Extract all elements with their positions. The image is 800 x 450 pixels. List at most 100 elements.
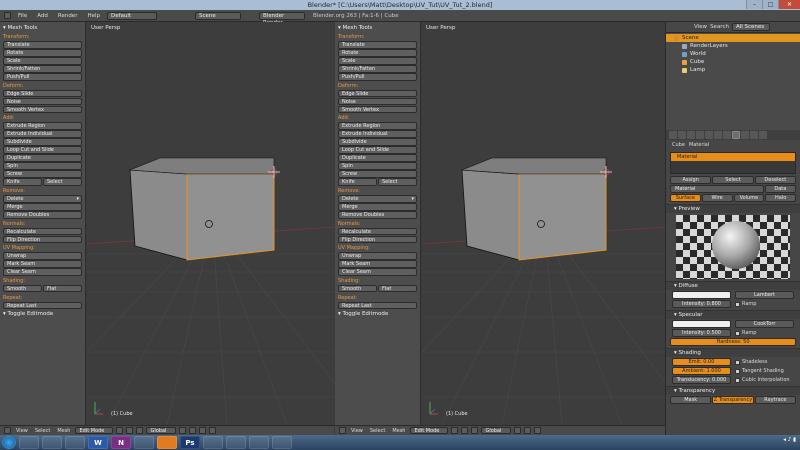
extrude-individual-button[interactable]: Extrude Individual [3, 130, 82, 138]
particles-tab-icon[interactable] [750, 131, 758, 139]
knife-select-button[interactable]: Select [43, 178, 82, 186]
assign-button[interactable]: Assign [670, 176, 712, 184]
edge-slide-button[interactable]: Edge Slide [338, 89, 417, 97]
menu-select[interactable]: Select [368, 428, 387, 434]
constraints-tab-icon[interactable] [705, 131, 713, 139]
subdivide-button[interactable]: Subdivide [338, 138, 417, 146]
shading-mode-icon[interactable] [116, 427, 124, 434]
screw-button[interactable]: Screw [3, 170, 82, 178]
edge-select-icon[interactable] [189, 427, 197, 434]
rotate-button[interactable]: Rotate [338, 49, 417, 57]
noise-button[interactable]: Noise [338, 97, 417, 105]
taskbar-app-10[interactable] [226, 436, 246, 449]
duplicate-button[interactable]: Duplicate [3, 154, 82, 162]
toggle-editmode-panel[interactable]: ▾ Toggle Editmode [3, 310, 82, 318]
clear-seam-button[interactable]: Clear Seam [3, 268, 82, 276]
face-select-icon[interactable] [534, 427, 542, 434]
menu-view[interactable]: View [14, 428, 30, 434]
repeat-last-button[interactable]: Repeat Last [338, 301, 417, 309]
extrude-region-button[interactable]: Extrude Region [3, 122, 82, 130]
scene-tab-icon[interactable] [678, 131, 686, 139]
manipulator-icon[interactable] [136, 427, 144, 434]
cube-selected-face[interactable] [518, 173, 607, 261]
toggle-editmode-panel[interactable]: ▾ Toggle Editmode [338, 310, 417, 318]
unwrap-button[interactable]: Unwrap [338, 252, 417, 260]
emit-field[interactable]: Emit: 0.00 [672, 358, 731, 366]
shadeless-checkbox[interactable]: Shadeless [735, 358, 794, 366]
taskbar-app-12[interactable] [272, 436, 292, 449]
render-engine-select[interactable]: Blender Render [259, 11, 306, 26]
loop-cut-button[interactable]: Loop Cut and Slide [3, 146, 82, 154]
extrude-individual-button[interactable]: Extrude Individual [338, 130, 417, 138]
raytrace-tab[interactable]: Raytrace [754, 396, 796, 404]
translucency-field[interactable]: Translucency: 0.000 [672, 376, 731, 384]
deselect-button[interactable]: Deselect [754, 176, 796, 184]
volume-tab[interactable]: Volume [733, 194, 765, 202]
spin-button[interactable]: Spin [3, 162, 82, 170]
flip-direction-button[interactable]: Flip Direction [338, 235, 417, 243]
knife-button[interactable]: Knife [3, 178, 42, 186]
cubic-interpolation-checkbox[interactable]: Cubic Interpolation [735, 376, 794, 384]
remove-doubles-button[interactable]: Remove Doubles [338, 211, 417, 219]
screen-layout-field[interactable]: Default [107, 11, 158, 20]
outliner-item-scene[interactable]: Scene [666, 34, 800, 42]
recalculate-button[interactable]: Recalculate [338, 227, 417, 235]
close-button[interactable]: ✕ [778, 0, 800, 9]
loop-cut-button[interactable]: Loop Cut and Slide [338, 146, 417, 154]
z-transparency-tab[interactable]: Z Transparency [712, 396, 754, 404]
outliner-menu-search[interactable]: Search [710, 24, 729, 30]
editor-type-icon[interactable] [339, 427, 346, 434]
extrude-region-button[interactable]: Extrude Region [338, 122, 417, 130]
knife-select-button[interactable]: Select [378, 178, 417, 186]
cube-top-face[interactable] [129, 157, 275, 175]
pivot-icon[interactable] [126, 427, 134, 434]
minimize-button[interactable]: – [746, 0, 762, 9]
wire-tab[interactable]: Wire [701, 194, 733, 202]
flat-button[interactable]: Flat [43, 284, 82, 292]
smooth-button[interactable]: Smooth [3, 284, 42, 292]
halo-tab[interactable]: Halo [765, 194, 796, 202]
viewport-right[interactable]: User Persp (1) Cube [422, 22, 665, 425]
smooth-vertex-button[interactable]: Smooth Vertex [3, 105, 82, 113]
snap-icon[interactable] [209, 427, 217, 434]
shading-panel-header[interactable]: ▾ Shading [666, 348, 800, 357]
orientation-select[interactable]: Global [146, 427, 177, 434]
diffuse-color-swatch[interactable] [672, 291, 731, 299]
menu-help[interactable]: Help [84, 13, 103, 19]
edge-slide-button[interactable]: Edge Slide [3, 89, 82, 97]
specular-ramp-checkbox[interactable]: Ramp [735, 329, 794, 337]
menu-view[interactable]: View [349, 428, 365, 434]
taskbar-app-photoshop[interactable]: Ps [180, 436, 200, 449]
maximize-button[interactable]: □ [762, 0, 778, 9]
spin-button[interactable]: Spin [338, 162, 417, 170]
edge-select-icon[interactable] [524, 427, 532, 434]
menu-select[interactable]: Select [33, 428, 52, 434]
outliner-filter-select[interactable]: All Scenes [731, 23, 770, 31]
diffuse-ramp-checkbox[interactable]: Ramp [735, 300, 794, 308]
scale-button[interactable]: Scale [3, 57, 82, 65]
recalculate-button[interactable]: Recalculate [3, 227, 82, 235]
shrink-fatten-button[interactable]: Shrink/Fatten [338, 65, 417, 73]
merge-button[interactable]: Merge [338, 203, 417, 211]
material-slot-item[interactable]: Material [671, 153, 795, 161]
viewport-left[interactable]: User Persp (1) Cube [87, 22, 334, 425]
specular-shader-select[interactable]: CookTorr [735, 320, 794, 328]
modifiers-tab-icon[interactable] [714, 131, 722, 139]
knife-button[interactable]: Knife [338, 178, 377, 186]
push-pull-button[interactable]: Push/Pull [3, 73, 82, 81]
taskbar-app-11[interactable] [249, 436, 269, 449]
merge-button[interactable]: Merge [3, 203, 82, 211]
clear-seam-button[interactable]: Clear Seam [338, 268, 417, 276]
rotate-button[interactable]: Rotate [3, 49, 82, 57]
editor-type-icon[interactable] [4, 427, 11, 434]
smooth-button[interactable]: Smooth [338, 284, 377, 292]
menu-mesh[interactable]: Mesh [390, 428, 407, 434]
tangent-shading-checkbox[interactable]: Tangent Shading [735, 367, 794, 375]
preview-panel-header[interactable]: ▾ Preview [666, 204, 800, 213]
taskbar-app-word[interactable]: W [88, 436, 108, 449]
hardness-field[interactable]: Hardness: 50 [670, 338, 796, 346]
subdivide-button[interactable]: Subdivide [3, 138, 82, 146]
push-pull-button[interactable]: Push/Pull [338, 73, 417, 81]
mode-select[interactable]: Edit Mode [410, 427, 449, 434]
taskbar-app-blender[interactable] [157, 436, 177, 449]
